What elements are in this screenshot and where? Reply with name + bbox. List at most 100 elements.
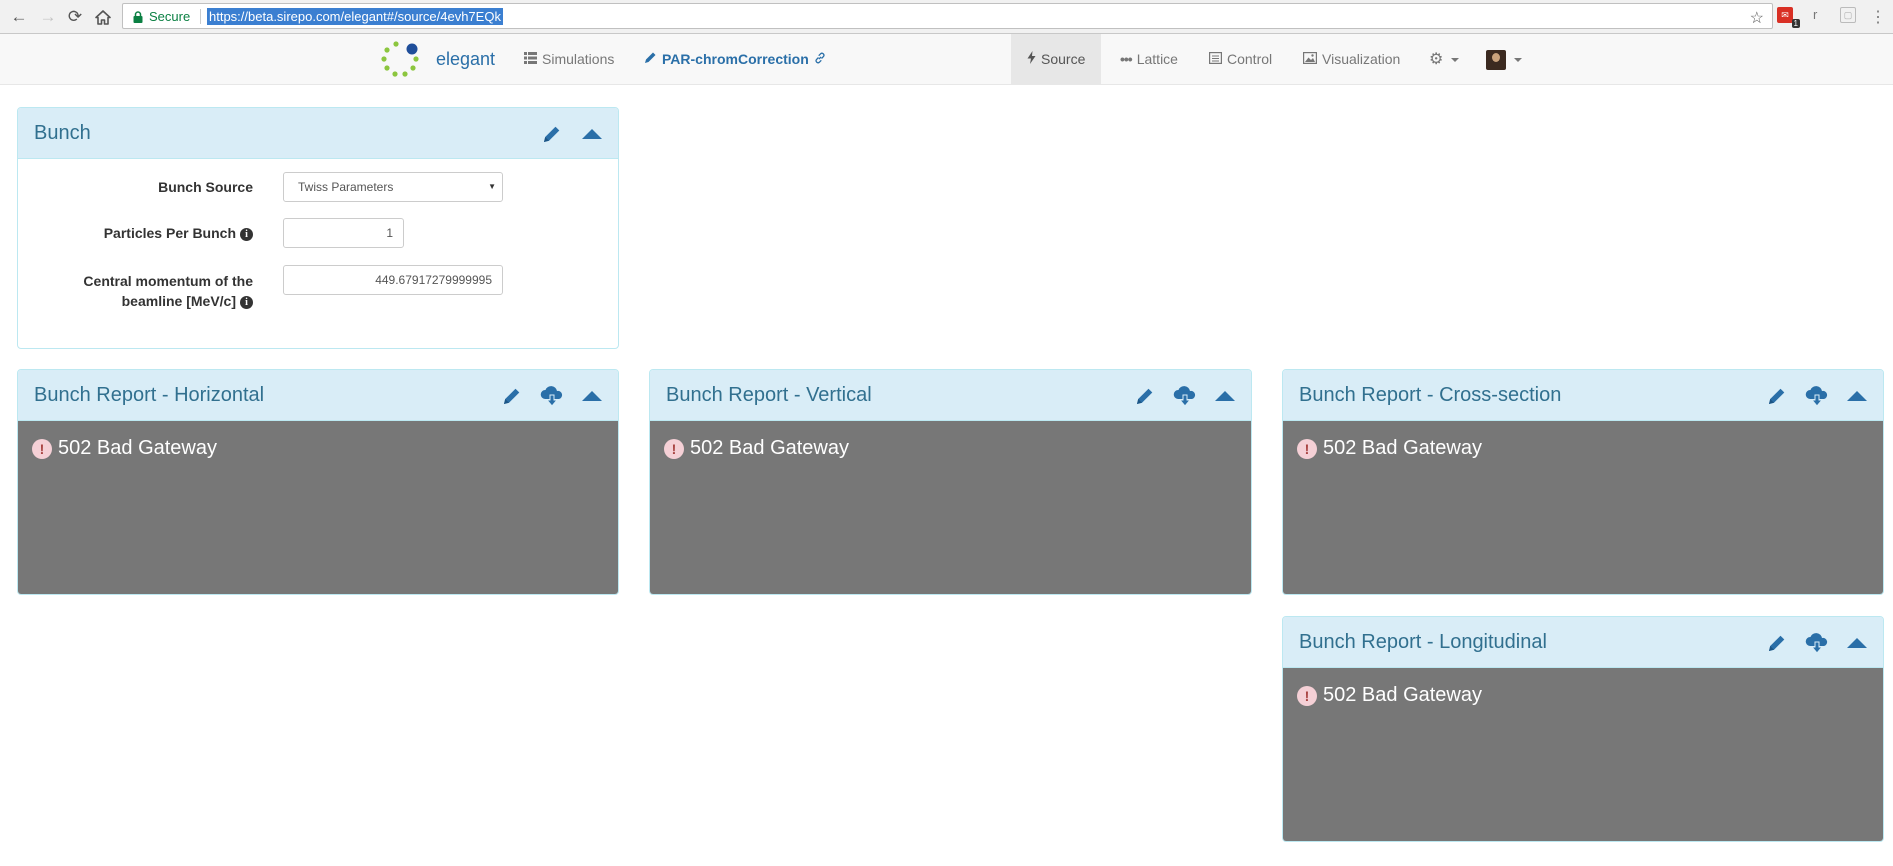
panel-heading: Bunch [18,108,618,159]
sirepo-logo-icon[interactable] [379,39,421,81]
panel-heading: Bunch Report - Horizontal [18,370,618,421]
tab-source-label: Source [1041,51,1086,67]
bunch-source-select[interactable]: Twiss Parameters [283,172,503,202]
panel-title: Bunch Report - Vertical [666,384,872,406]
bunch-panel: Bunch Bunch Source Twiss Parameters Part… [17,107,619,349]
edit-pencil-icon[interactable] [1765,632,1789,654]
edit-pencil-icon[interactable] [540,123,564,145]
bolt-icon [1027,34,1036,85]
lock-icon [133,10,143,28]
particles-per-bunch-input[interactable]: 1 [283,218,404,248]
panel-heading: Bunch Report - Longitudinal [1283,617,1883,668]
simulation-name-link[interactable]: PAR-chromCorrection [644,34,826,85]
field-label-text: Particles Per Bunch [103,225,236,241]
central-momentum-input[interactable]: 449.67917279999995 [283,265,503,295]
user-menu[interactable] [1486,34,1522,85]
back-icon[interactable]: ← [8,6,30,28]
report-body: ! 502 Bad Gateway [1283,668,1883,841]
chevron-down-icon [1451,57,1460,62]
tab-lattice-label: Lattice [1136,51,1178,67]
error-message: ! 502 Bad Gateway [664,437,849,460]
panel-title: Bunch Report - Longitudinal [1299,631,1547,653]
extension-generic-icon[interactable]: ▢ [1840,7,1856,23]
field-label-text: Central momentum of the beamline [MeV/c] [83,273,253,309]
error-text: 502 Bad Gateway [1323,684,1482,706]
exclamation-circle-icon: ! [1297,438,1317,459]
browser-toolbar: ← → ⟳ Secure https://beta.sirepo.com/ele… [0,0,1893,34]
panel-heading: Bunch Report - Cross-section [1283,370,1883,421]
pencil-icon [644,34,657,85]
field-label: Bunch Source [53,177,253,197]
settings-dropdown[interactable]: ⚙ [1429,34,1460,85]
info-icon[interactable]: i [240,228,253,241]
link-icon [814,34,826,85]
home-icon[interactable] [92,6,114,28]
cloud-download-icon[interactable] [1805,632,1829,654]
bookmark-star-icon[interactable]: ☆ [1750,8,1764,28]
list-alt-icon [1209,34,1223,85]
collapse-triangle-icon[interactable] [1845,385,1869,407]
collapse-triangle-icon[interactable] [580,123,604,145]
url-text[interactable]: https://beta.sirepo.com/elegant#/source/… [207,8,503,25]
error-message: ! 502 Bad Gateway [32,437,217,460]
list-icon [524,34,537,85]
edit-pencil-icon[interactable] [1765,385,1789,407]
collapse-triangle-icon[interactable] [580,385,604,407]
simulations-label: Simulations [542,51,615,67]
ellipsis-icon: ••• [1120,51,1133,67]
report-body: ! 502 Bad Gateway [18,421,618,594]
simulations-link[interactable]: Simulations [524,34,614,85]
secure-label: Secure [149,9,191,24]
error-message: ! 502 Bad Gateway [1297,684,1482,707]
tab-control-label: Control [1227,51,1273,67]
tab-source[interactable]: Source [1011,34,1102,85]
address-bar[interactable]: Secure https://beta.sirepo.com/elegant#/… [122,3,1773,29]
reload-icon[interactable]: ⟳ [64,6,86,28]
simulation-name: PAR-chromCorrection [662,51,809,67]
extension-mail-icon[interactable]: ✉ 1 [1777,7,1800,28]
gear-icon: ⚙ [1429,51,1444,68]
panel-title: Bunch Report - Cross-section [1299,384,1562,406]
collapse-triangle-icon[interactable] [1213,385,1237,407]
panel-title: Bunch Report - Horizontal [34,384,265,406]
tab-visualization[interactable]: Visualization [1303,34,1400,85]
chevron-down-icon [1514,57,1522,62]
cloud-download-icon[interactable] [540,385,564,407]
report-body: ! 502 Bad Gateway [650,421,1251,594]
tab-control[interactable]: Control [1209,34,1272,85]
panel-title: Bunch [34,122,91,144]
error-text: 502 Bad Gateway [1323,437,1482,459]
panel-heading: Bunch Report - Vertical [650,370,1251,421]
field-label: Particles Per Bunch i [53,223,253,243]
app-brand[interactable]: elegant [436,49,495,70]
report-body: ! 502 Bad Gateway [1283,421,1883,594]
omnibox-separator [200,9,201,24]
field-label-text: Bunch Source [158,179,253,195]
forward-icon[interactable]: → [37,6,59,28]
field-label: Central momentum of the beamline [MeV/c]… [53,271,253,311]
exclamation-circle-icon: ! [664,438,684,459]
tab-lattice[interactable]: ••• Lattice [1120,34,1178,85]
error-text: 502 Bad Gateway [58,437,217,459]
info-icon[interactable]: i [240,296,253,309]
report-panel-longitudinal: Bunch Report - Longitudinal ! 502 Bad Ga… [1282,616,1884,842]
exclamation-circle-icon: ! [1297,685,1317,706]
error-message: ! 502 Bad Gateway [1297,437,1482,460]
tab-visualization-label: Visualization [1322,51,1401,67]
app-navbar: elegant Simulations PAR-chromCorrection … [0,34,1893,85]
cloud-download-icon[interactable] [1173,385,1197,407]
extension-r-icon[interactable]: r [1813,7,1817,22]
cloud-download-icon[interactable] [1805,385,1829,407]
report-panel-cross-section: Bunch Report - Cross-section ! 502 Bad G… [1282,369,1884,595]
report-panel-vertical: Bunch Report - Vertical ! 502 Bad Gatewa… [649,369,1252,595]
edit-pencil-icon[interactable] [1133,385,1157,407]
extension-badge: 1 [1791,19,1800,28]
avatar [1486,49,1506,70]
edit-pencil-icon[interactable] [500,385,524,407]
picture-icon [1303,34,1318,85]
collapse-triangle-icon[interactable] [1845,632,1869,654]
error-text: 502 Bad Gateway [690,437,849,459]
browser-menu-icon[interactable]: ⋮ [1870,7,1886,27]
exclamation-circle-icon: ! [32,438,52,459]
report-panel-horizontal: Bunch Report - Horizontal ! 502 Bad Gate… [17,369,619,595]
